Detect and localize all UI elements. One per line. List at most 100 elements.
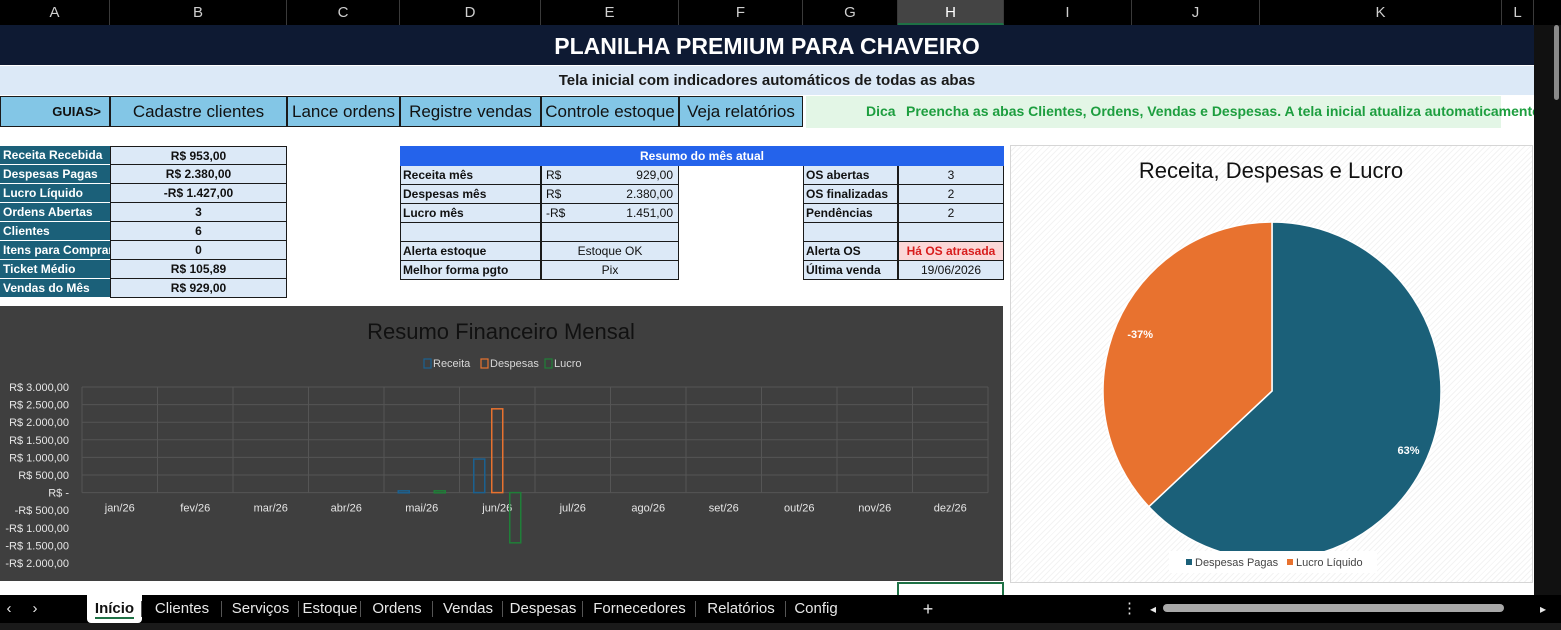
resumo-value[interactable]: [541, 223, 679, 242]
horizontal-scroll-thumb[interactable]: [1163, 604, 1504, 612]
vertical-scroll-thumb[interactable]: [1554, 25, 1559, 100]
column-header-c[interactable]: C: [287, 0, 400, 25]
os-label[interactable]: OS finalizadas: [803, 185, 898, 204]
guide-button-estoque[interactable]: Controle estoque: [541, 96, 679, 127]
x-tick-label: nov/26: [858, 503, 891, 515]
kpi-value[interactable]: 0: [110, 241, 287, 260]
resumo-label[interactable]: [400, 223, 541, 242]
selected-cell[interactable]: [897, 582, 1004, 595]
resumo-value[interactable]: R$ 2.380,00: [541, 185, 679, 204]
worksheet[interactable]: PLANILHA PREMIUM PARA CHAVEIRO Tela inic…: [0, 25, 1534, 595]
column-header-l[interactable]: L: [1502, 0, 1534, 25]
sheet-tab-7[interactable]: Fornecedores: [583, 595, 696, 623]
y-tick-label: R$ -: [48, 488, 69, 500]
os-label[interactable]: OS abertas: [803, 166, 898, 185]
vertical-scrollbar[interactable]: [1534, 25, 1561, 595]
scroll-right-icon[interactable]: ▸: [1536, 595, 1550, 623]
sheet-tab-4[interactable]: Ordens: [361, 595, 433, 623]
kpi-value[interactable]: 3: [110, 203, 287, 222]
column-header-h[interactable]: H: [898, 0, 1004, 25]
os-label[interactable]: Pendências: [803, 204, 898, 223]
resumo-value[interactable]: Estoque OK: [541, 242, 679, 261]
sheet-tab-8[interactable]: Relatórios: [696, 595, 786, 623]
column-header-b[interactable]: B: [110, 0, 287, 25]
guide-button-clientes[interactable]: Cadastre clientes: [110, 96, 287, 127]
y-tick-label: -R$ 2.000,00: [5, 558, 69, 570]
pie-chart-panel[interactable]: Receita, Despesas e Lucro 63% -37% Despesas…: [1010, 145, 1533, 583]
x-tick-label: ago/26: [631, 503, 665, 515]
x-tick-label: out/26: [784, 503, 815, 515]
add-sheet-icon[interactable]: +: [917, 595, 939, 623]
kpi-label[interactable]: Receita Recebida: [0, 146, 110, 165]
column-header-j[interactable]: J: [1132, 0, 1260, 25]
kpi-value[interactable]: 6: [110, 222, 287, 241]
column-header-d[interactable]: D: [400, 0, 541, 25]
kpi-label[interactable]: Ticket Médio: [0, 260, 110, 279]
sheet-tab-2[interactable]: Serviços: [222, 595, 299, 623]
os-label[interactable]: [803, 223, 898, 242]
sheet-tab-3[interactable]: Estoque: [299, 595, 361, 623]
column-header-g[interactable]: G: [803, 0, 898, 25]
os-value[interactable]: 2: [898, 204, 1004, 223]
bar-lucro: [433, 490, 446, 494]
kpi-label[interactable]: Despesas Pagas: [0, 165, 110, 184]
next-sheet-icon[interactable]: ›: [26, 595, 44, 623]
kpi-value[interactable]: R$ 953,00: [110, 146, 287, 165]
sheet-tab-0[interactable]: Início: [87, 595, 142, 623]
sheet-tab-5[interactable]: Vendas: [433, 595, 503, 623]
sheet-tab-label: Serviços: [231, 600, 290, 617]
os-value[interactable]: 19/06/2026: [898, 261, 1004, 280]
os-value[interactable]: 2: [898, 185, 1004, 204]
sheet-tab-1[interactable]: Clientes: [142, 595, 222, 623]
y-tick-label: R$ 500,00: [18, 470, 69, 482]
resumo-label[interactable]: Melhor forma pgto: [400, 261, 541, 280]
bar-chart-panel[interactable]: Resumo Financeiro Mensal Receita Despesas L…: [0, 306, 1003, 581]
legend-swatch: [1186, 559, 1192, 565]
sheet-tab-label: Config: [794, 600, 838, 617]
resumo-header: Resumo do mês atual: [400, 146, 1004, 166]
sheet-tab-label: Relatórios: [707, 600, 775, 617]
resumo-label[interactable]: Alerta estoque: [400, 242, 541, 261]
column-header-e[interactable]: E: [541, 0, 679, 25]
sheet-tab-9[interactable]: Config: [786, 595, 846, 623]
kpi-label[interactable]: Ordens Abertas: [0, 203, 110, 222]
guide-button-vendas[interactable]: Registre vendas: [400, 96, 541, 127]
column-header-f[interactable]: F: [679, 0, 803, 25]
guide-button-relatorios[interactable]: Veja relatórios: [679, 96, 803, 127]
kpi-label[interactable]: Clientes: [0, 222, 110, 241]
resumo-value[interactable]: R$ 929,00: [541, 166, 679, 185]
sheet-tab-6[interactable]: Despesas: [503, 595, 583, 623]
y-tick-label: R$ 1.500,00: [9, 435, 69, 447]
os-label[interactable]: Alerta OS: [803, 242, 898, 261]
resumo-label[interactable]: Receita mês: [400, 166, 541, 185]
kpi-value[interactable]: R$ 105,89: [110, 260, 287, 279]
kpi-value[interactable]: R$ 2.380,00: [110, 165, 287, 184]
scroll-left-icon[interactable]: ◂: [1146, 595, 1160, 623]
y-tick-label: -R$ 500,00: [15, 505, 69, 517]
resumo-value[interactable]: Pix: [541, 261, 679, 280]
resumo-label[interactable]: Lucro mês: [400, 204, 541, 223]
resumo-label[interactable]: Despesas mês: [400, 185, 541, 204]
column-header-i[interactable]: I: [1004, 0, 1132, 25]
kpi-label[interactable]: Vendas do Mês: [0, 279, 110, 298]
guide-button-ordens[interactable]: Lance ordens: [287, 96, 400, 127]
bar-chart-title: Resumo Financeiro Mensal: [367, 319, 635, 344]
tip-box: Dica Preencha as abas Clientes, Ordens, …: [806, 96, 1534, 128]
os-value[interactable]: [898, 223, 1004, 242]
amount-label: 2.380,00: [626, 187, 673, 201]
kpi-value[interactable]: R$ 929,00: [110, 279, 287, 298]
column-header-a[interactable]: A: [0, 0, 110, 25]
x-tick-label: mai/26: [405, 503, 438, 515]
os-label[interactable]: Última venda: [803, 261, 898, 280]
kpi-label[interactable]: Itens para Comprar: [0, 241, 110, 260]
y-tick-label: -R$ 1.000,00: [5, 523, 69, 535]
column-header-k[interactable]: K: [1260, 0, 1502, 25]
resumo-value[interactable]: -R$ 1.451,00: [541, 204, 679, 223]
prev-sheet-icon[interactable]: ‹: [0, 595, 18, 623]
more-options-icon[interactable]: ⋮: [1122, 595, 1137, 623]
kpi-label[interactable]: Lucro Líquido: [0, 184, 110, 203]
os-value[interactable]: 3: [898, 166, 1004, 185]
os-value[interactable]: Há OS atrasada: [898, 242, 1004, 261]
kpi-value[interactable]: -R$ 1.427,00: [110, 184, 287, 203]
bar-lucro: [509, 491, 522, 544]
